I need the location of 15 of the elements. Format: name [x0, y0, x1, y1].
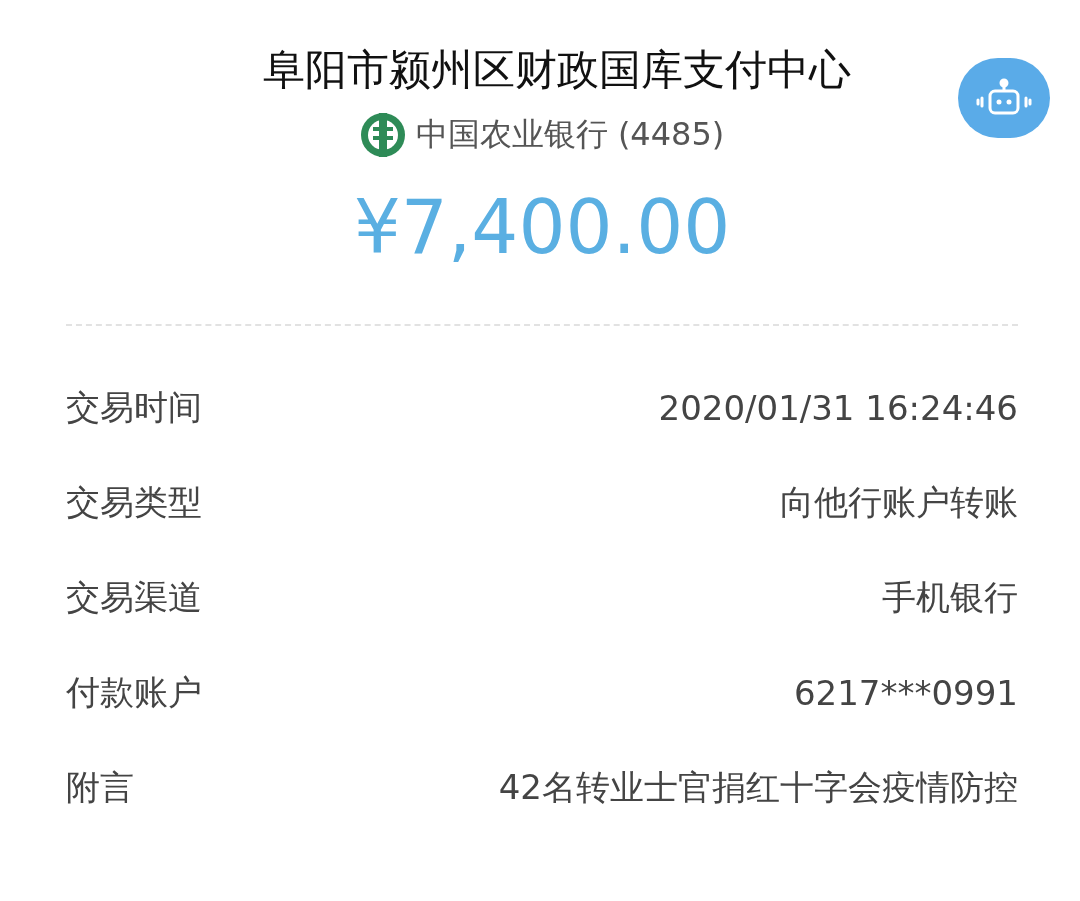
robot-icon	[976, 78, 1032, 118]
detail-value: 2020/01/31 16:24:46	[658, 387, 1018, 428]
detail-value: 手机银行	[882, 575, 1018, 619]
detail-label: 付款账户	[66, 670, 202, 714]
detail-value: 6217***0991	[793, 672, 1018, 713]
amount: ¥7,400.00	[352, 183, 732, 272]
detail-label: 交易类型	[66, 480, 202, 524]
detail-label: 交易时间	[66, 385, 202, 429]
bank-account: 中国农业银行 (4485)	[415, 114, 725, 155]
detail-label: 附言	[66, 765, 134, 809]
detail-value: 42名转业士官捐红十字会疫情防控	[498, 765, 1018, 809]
detail-value: 向他行账户转账	[780, 480, 1018, 524]
detail-label: 交易渠道	[66, 575, 202, 619]
payee-name: 阜阳市颍州区财政国库支付中心	[262, 44, 851, 96]
bank-logo-icon	[359, 112, 406, 158]
